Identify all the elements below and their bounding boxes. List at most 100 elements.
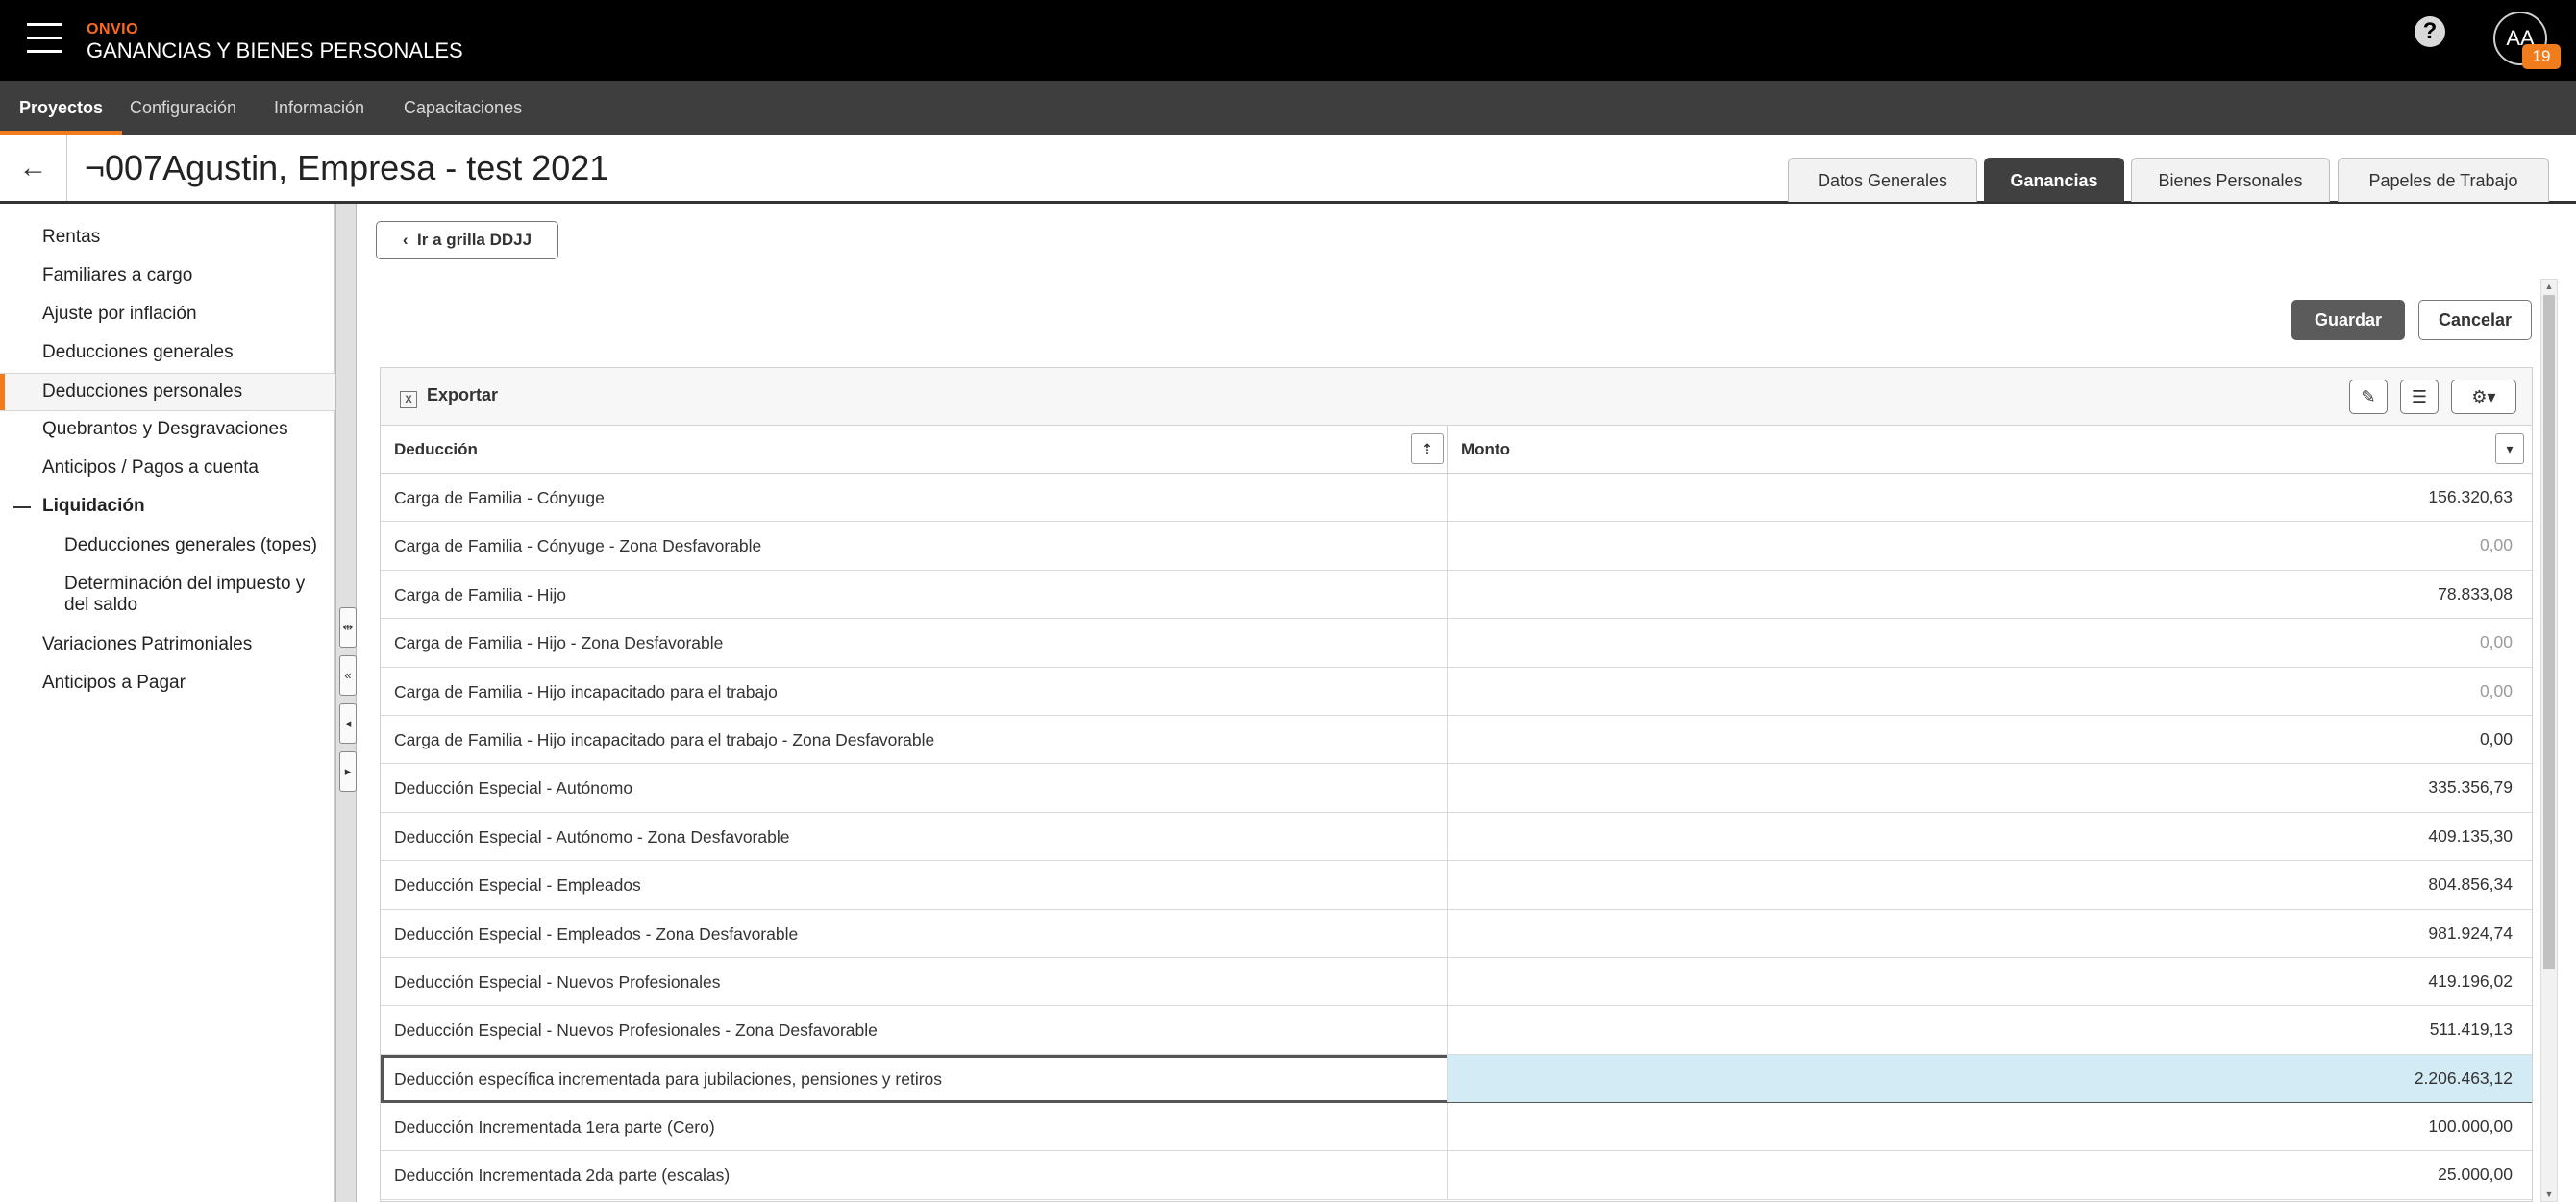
sidebar-item-determinacion-impuesto[interactable]: Determinación del impuesto y del saldo (0, 574, 335, 616)
sidebar-item-deducciones-personales[interactable]: Deducciones personales (0, 373, 335, 411)
cell-deduccion: Deducción Especial - Empleados - Zona De… (381, 909, 1448, 957)
table-row[interactable]: Carga de Familia - Cónyuge - Zona Desfav… (381, 522, 2532, 571)
table-row[interactable]: Deducción Incrementada 1era parte (Cero)… (381, 1103, 2532, 1152)
sidebar-item-label: Anticipos / Pagos a cuenta (42, 457, 259, 478)
sidebar-item-ajuste-inflacion[interactable]: Ajuste por inflación (0, 304, 335, 325)
table-row[interactable]: Carga de Familia - Hijo 78.833,08 (381, 570, 2532, 620)
table-row[interactable]: Carga de Familia - Cónyuge 156.320,63 (381, 474, 2532, 523)
sidebar-item-label: Ajuste por inflación (42, 304, 197, 324)
tab-datos-generales[interactable]: Datos Generales (1788, 158, 1977, 202)
scrollbar-thumb[interactable] (2543, 295, 2555, 969)
sidebar-item-label: Deducciones generales (42, 342, 234, 362)
scroll-down-icon[interactable]: ▼ (2543, 1189, 2555, 1200)
sort-icon[interactable]: ⇡ (1411, 433, 1444, 464)
cell-monto[interactable]: 25.000,00 (1448, 1151, 2532, 1198)
cell-monto[interactable]: 409.135,30 (1448, 813, 2532, 860)
cell-monto[interactable]: 156.320,63 (1448, 474, 2532, 521)
help-icon[interactable]: ? (2415, 16, 2445, 47)
settings-gear-icon[interactable]: ⚙▾ (2451, 380, 2516, 414)
cell-deduccion: Deducción Incrementada 2da parte (escala… (381, 1151, 1448, 1199)
ir-a-grilla-button[interactable]: ‹ Ir a grilla DDJJ (376, 221, 558, 259)
cell-monto[interactable]: 419.196,02 (1448, 958, 2532, 1005)
cell-monto[interactable]: 981.924,74 (1448, 910, 2532, 957)
cell-monto[interactable]: 100.000,00 (1448, 1103, 2532, 1150)
table-row[interactable]: Deducción Especial - Empleados 804.856,34 (381, 861, 2532, 910)
cell-monto[interactable]: 335.356,79 (1448, 764, 2532, 811)
sidebar-item-deducciones-topes[interactable]: Deducciones generales (topes) (0, 535, 335, 556)
nav-proyectos[interactable]: Proyectos (0, 81, 123, 135)
sidebar-item-label: Deducciones personales (42, 381, 243, 402)
panel-splitter[interactable]: ⇹ « ◂ ▸ (335, 204, 357, 1202)
sidebar-item-familiares[interactable]: Familiares a cargo (0, 265, 335, 286)
cell-deduccion: Deducción Especial - Nuevos Profesionale… (381, 957, 1448, 1006)
dropdown-caret-icon[interactable]: ▾ (2495, 433, 2524, 464)
cell-deduccion: Deducción Incrementada 1era parte (Cero) (381, 1103, 1448, 1151)
sidebar-item-liquidacion[interactable]: Liquidación (0, 496, 335, 517)
sidebar: Rentas Familiares a cargo Ajuste por inf… (0, 204, 335, 1202)
table-row[interactable]: Deducción Incrementada 2da parte (escala… (381, 1151, 2532, 1200)
cell-monto[interactable]: 78.833,08 (1448, 571, 2532, 618)
hamburger-menu-icon[interactable] (27, 23, 62, 56)
cell-deduccion: Carga de Familia - Hijo - Zona Desfavora… (381, 619, 1448, 667)
sidebar-item-label: Variaciones Patrimoniales (42, 634, 253, 654)
sidebar-item-label: Liquidación (42, 496, 145, 516)
cell-deduccion: Carga de Familia - Hijo (381, 570, 1448, 619)
nav-configuracion[interactable]: Configuración (130, 81, 236, 135)
cell-monto[interactable]: 0,00 (1448, 668, 2532, 715)
tab-papeles-de-trabajo[interactable]: Papeles de Trabajo (2338, 158, 2549, 202)
cancel-button[interactable]: Cancelar (2418, 300, 2532, 340)
sidebar-item-variaciones[interactable]: Variaciones Patrimoniales (0, 634, 335, 655)
cell-deduccion: Carga de Familia - Hijo incapacitado par… (381, 667, 1448, 715)
excel-icon: X (400, 391, 417, 408)
nav-informacion[interactable]: Información (274, 81, 364, 135)
table-row[interactable]: Deducción Especial - Autónomo 335.356,79 (381, 764, 2532, 813)
filter-lines-icon[interactable]: ☰ (2400, 380, 2439, 414)
cell-deduccion: Carga de Familia - Cónyuge - Zona Desfav… (381, 522, 1448, 570)
grid-header: Deducción ⇡ Monto ▾ (381, 426, 2532, 474)
main-content: ‹ Ir a grilla DDJJ Guardar Cancelar X Exp… (357, 204, 2576, 1202)
cell-monto-selected[interactable]: 2.206.463,12 (1448, 1054, 2532, 1103)
column-header-monto[interactable]: Monto ▾ (1448, 426, 2532, 474)
tab-bienes-personales[interactable]: Bienes Personales (2131, 158, 2330, 202)
sidebar-item-rentas[interactable]: Rentas (0, 227, 335, 248)
cell-deduccion: Carga de Familia - Cónyuge (381, 474, 1448, 522)
collapse-left-icon[interactable]: ◂ (339, 703, 357, 744)
cell-monto[interactable]: 804.856,34 (1448, 861, 2532, 908)
nav-capacitaciones[interactable]: Capacitaciones (404, 81, 522, 135)
deducciones-grid: X Exportar ✎ ☰ ⚙▾ Deducción ⇡ Monto ▾ Car… (380, 367, 2533, 1202)
column-header-deduccion[interactable]: Deducción ⇡ (381, 426, 1448, 474)
export-button[interactable]: X Exportar (400, 385, 498, 408)
table-row[interactable]: Carga de Familia - Hijo incapacitado par… (381, 667, 2532, 716)
tab-ganancias[interactable]: Ganancias (1984, 158, 2124, 202)
cell-monto[interactable]: 0,00 (1448, 716, 2532, 763)
cell-deduccion: Carga de Familia - Hijo incapacitado par… (381, 715, 1448, 764)
table-row[interactable]: Deducción Especial - Nuevos Profesionale… (381, 957, 2532, 1007)
cell-deduccion: Deducción Especial - Autónomo - Zona Des… (381, 812, 1448, 861)
cell-monto[interactable]: 0,00 (1448, 619, 2532, 666)
save-button[interactable]: Guardar (2291, 300, 2405, 340)
vertical-scrollbar[interactable]: ▲ ▼ (2540, 279, 2558, 1202)
resize-handle-icon[interactable]: ⇹ (339, 607, 357, 648)
column-header-label: Monto (1461, 440, 1510, 458)
notification-badge[interactable]: 19 (2522, 44, 2561, 69)
sidebar-item-quebrantos[interactable]: Quebrantos y Desgravaciones (0, 419, 335, 440)
sidebar-item-anticipos-pagar[interactable]: Anticipos a Pagar (0, 673, 335, 694)
edit-pencil-icon[interactable]: ✎ (2349, 380, 2388, 414)
table-row[interactable]: Carga de Familia - Hijo incapacitado par… (381, 715, 2532, 765)
scroll-up-icon[interactable]: ▲ (2543, 281, 2555, 292)
table-row[interactable]: Deducción Especial - Autónomo - Zona Des… (381, 812, 2532, 862)
table-row[interactable]: Deducción Especial - Empleados - Zona De… (381, 909, 2532, 958)
export-label: Exportar (427, 385, 499, 405)
table-row-selected[interactable]: Deducción específica incrementada para j… (381, 1054, 2532, 1104)
title-bar: ← ¬007Agustin, Empresa - test 2021 Datos… (0, 135, 2576, 204)
table-row[interactable]: Carga de Familia - Hijo - Zona Desfavora… (381, 619, 2532, 668)
cell-monto[interactable]: 0,00 (1448, 522, 2532, 569)
expand-right-icon[interactable]: ▸ (339, 751, 357, 792)
collapse-all-icon[interactable]: « (339, 655, 357, 696)
table-row[interactable]: Deducción Especial - Nuevos Profesionale… (381, 1006, 2532, 1055)
cell-monto[interactable]: 511.419,13 (1448, 1006, 2532, 1053)
sidebar-item-anticipos-pagos[interactable]: Anticipos / Pagos a cuenta (0, 457, 335, 478)
back-arrow-icon[interactable]: ← (0, 135, 67, 201)
sidebar-item-deducciones-generales[interactable]: Deducciones generales (0, 342, 335, 363)
cell-deduccion: Deducción Especial - Nuevos Profesionale… (381, 1006, 1448, 1054)
